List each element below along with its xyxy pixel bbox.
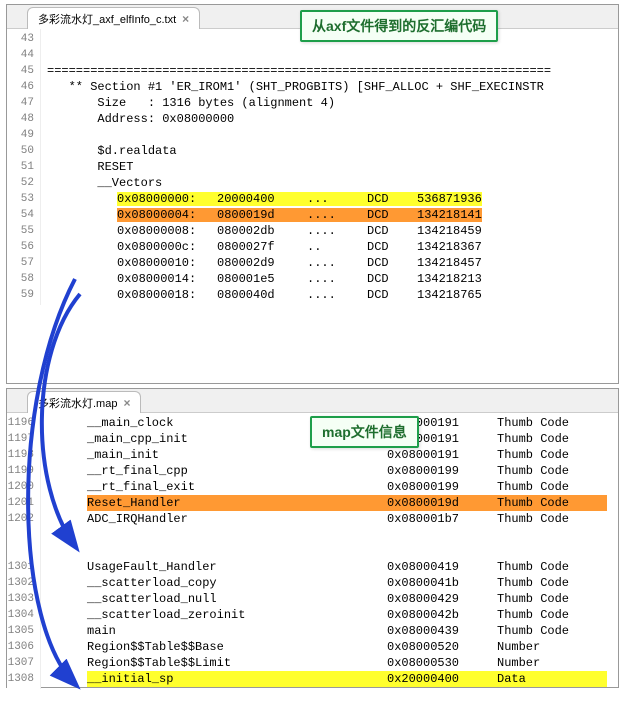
symbol-row: UsageFault_Handler0x08000419Thumb Code [47,559,618,575]
code-line: 0x08000004:0800019d....DCD134218141 [47,207,618,223]
callout-axf: 从axf文件得到的反汇编代码 [300,10,498,42]
symbol-row: Reset_Handler0x0800019dThumb Code [47,495,618,511]
close-icon[interactable]: × [123,397,130,409]
symbol-row: __initial_sp0x20000400Data [47,671,618,687]
content-axf: ========================================… [41,29,618,305]
blank-line [47,527,618,543]
symbol-row: _main_init0x08000191Thumb Code [47,447,618,463]
symbol-row: __scatterload_copy0x0800041bThumb Code [47,575,618,591]
code-line: 0x08000010:080002d9....DCD134218457 [47,255,618,271]
code-line: ========================================… [47,63,618,79]
code-line: 0x08000014:080001e5....DCD134218213 [47,271,618,287]
code-line: $d.realdata [47,143,618,159]
callout-map: map文件信息 [310,416,419,448]
symbol-row: Region$$Table$$Limit0x08000530Number [47,655,618,671]
close-icon[interactable]: × [182,13,189,25]
blank-line [47,543,618,559]
gutter-map: 1196119711981199120012011202 13011302130… [7,413,41,689]
symbol-row: __rt_final_cpp0x08000199Thumb Code [47,463,618,479]
code-line: 0x08000000:20000400...DCD536871936 [47,191,618,207]
code-line: Size : 1316 bytes (alignment 4) [47,95,618,111]
content-map: __main_clock0x08000191Thumb Code_main_cp… [41,413,618,689]
editor-axf: 多彩流水灯_axf_elfInfo_c.txt × 43444546474849… [6,4,619,384]
symbol-row: __rt_final_exit0x08000199Thumb Code [47,479,618,495]
code-line [47,47,618,63]
tab-bar-map: 多彩流水灯.map × [7,389,618,413]
tab-map-label: 多彩流水灯.map [38,395,117,411]
symbol-row: ADC_IRQHandler0x080001b7Thumb Code [47,511,618,527]
tab-axf-label: 多彩流水灯_axf_elfInfo_c.txt [38,11,176,27]
code-line: Address: 0x08000000 [47,111,618,127]
code-line: RESET [47,159,618,175]
code-line: 0x08000008:080002db....DCD134218459 [47,223,618,239]
code-line: __Vectors [47,175,618,191]
symbol-row: main0x08000439Thumb Code [47,623,618,639]
symbol-row: __scatterload_null0x08000429Thumb Code [47,591,618,607]
code-line: 0x08000018:0800040d....DCD134218765 [47,287,618,303]
code-line: ** Section #1 'ER_IROM1' (SHT_PROGBITS) … [47,79,618,95]
tab-axf[interactable]: 多彩流水灯_axf_elfInfo_c.txt × [27,7,200,29]
code-line [47,127,618,143]
symbol-row: __scatterload_zeroinit0x0800042bThumb Co… [47,607,618,623]
gutter-axf: 4344454647484950515253545556575859 [7,29,41,305]
symbol-row: Region$$Table$$Base0x08000520Number [47,639,618,655]
tab-map[interactable]: 多彩流水灯.map × [27,391,141,413]
code-line: 0x0800000c:0800027f..DCD134218367 [47,239,618,255]
